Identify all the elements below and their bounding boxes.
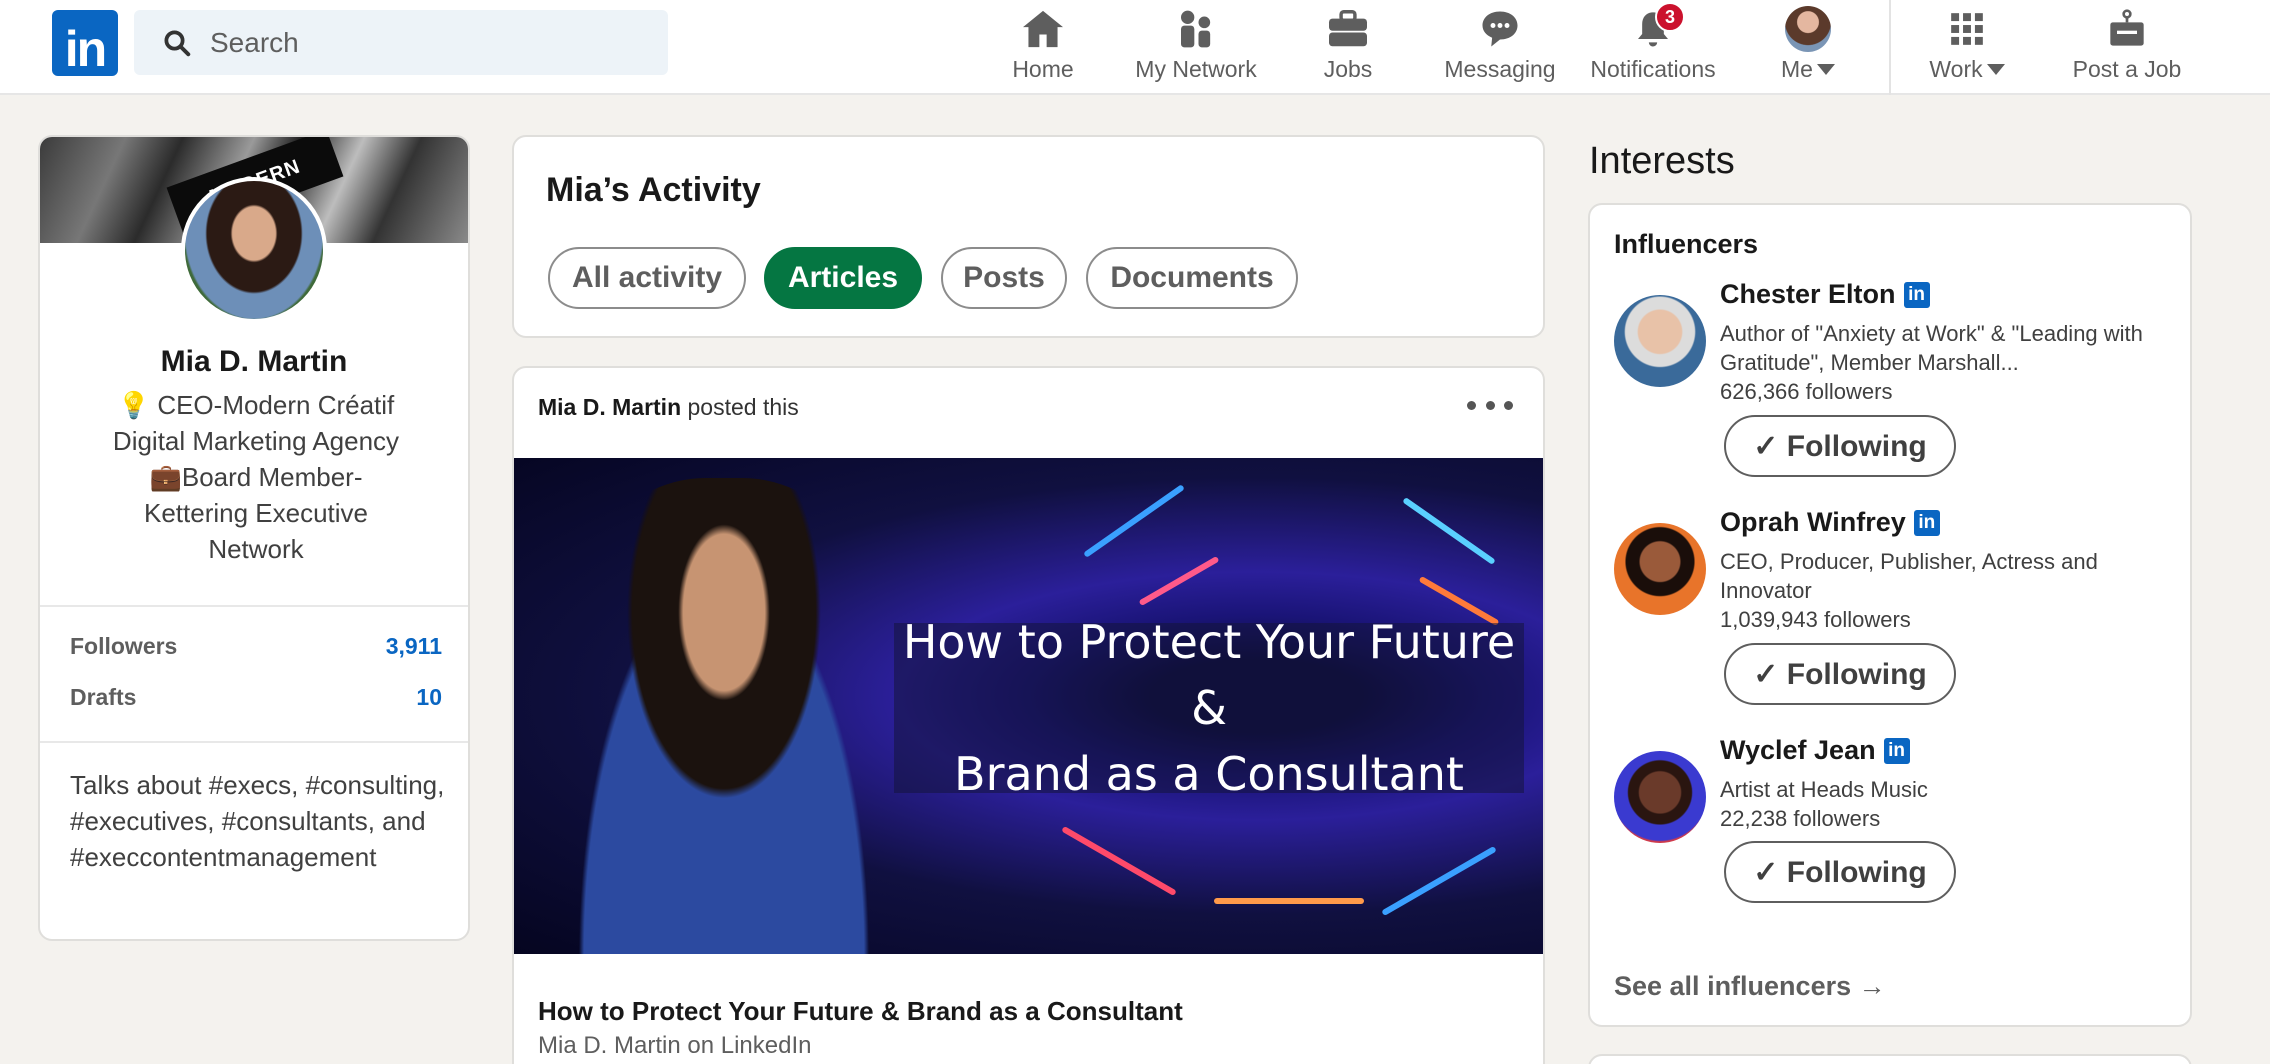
next-card [1588, 1054, 2192, 1064]
influencer-name[interactable]: Oprah Winfrey [1720, 507, 1906, 538]
nav-work-label: Work [1929, 56, 1983, 82]
following-button[interactable]: ✓ Following [1724, 415, 1956, 477]
top-nav: in Home My Network Jobs Messaging 3 Noti… [0, 0, 2270, 95]
profile-headline-line: 💡 CEO-Modern Créatif [117, 390, 395, 420]
nav-my-network-label: My Network [1135, 56, 1257, 82]
avatar[interactable] [1614, 523, 1706, 615]
stat-value: 10 [416, 684, 442, 710]
interests-title: Interests [1589, 140, 1735, 182]
nav-divider [1889, 0, 1891, 95]
filter-articles[interactable]: Articles [764, 247, 922, 309]
linkedin-logo-icon[interactable]: in [52, 10, 118, 76]
profile-headline: 💡 CEO-Modern Créatif Digital Marketing A… [70, 387, 442, 567]
more-options-icon[interactable] [1467, 390, 1513, 420]
caret-down-icon [1816, 64, 1835, 75]
caret-down-icon [1986, 64, 2005, 75]
influencer-name[interactable]: Chester Elton [1720, 279, 1896, 310]
influencer-followers: 1,039,943 followers [1720, 607, 1911, 632]
nav-my-network[interactable]: My Network [1128, 0, 1264, 95]
interests-card: Influencers Chester Elton in Author of "A… [1588, 203, 2192, 1027]
profile-headline-line: 💼Board Member- [149, 462, 363, 492]
post-subtitle: Mia D. Martin on LinkedIn [538, 1032, 812, 1059]
search-bar[interactable] [134, 10, 668, 75]
linkedin-badge-icon: in [1903, 281, 1930, 308]
post-title[interactable]: How to Protect Your Future & Brand as a … [538, 996, 1183, 1027]
profile-headline-line: Network [208, 534, 304, 564]
profile-headline-line: Kettering Executive [143, 498, 368, 528]
profile-avatar[interactable] [181, 177, 327, 323]
influencer-name[interactable]: Wyclef Jean [1720, 735, 1876, 766]
stat-label: Drafts [70, 684, 137, 710]
linkedin-badge-icon: in [1883, 737, 1910, 764]
post-image-caption-line: Brand as a Consultant [954, 747, 1464, 801]
nav-me-label: Me [1781, 56, 1813, 82]
post-header: Mia D. Martin posted this [538, 394, 799, 421]
avatar[interactable] [1614, 295, 1706, 387]
post-image[interactable]: How to Protect Your Future & Brand as a … [514, 458, 1543, 954]
nav-jobs[interactable]: Jobs [1316, 0, 1380, 95]
divider [40, 741, 468, 743]
filter-posts[interactable]: Posts [941, 247, 1067, 309]
influencer-followers: 22,238 followers [1720, 806, 1881, 831]
following-button[interactable]: ✓ Following [1724, 841, 1956, 903]
page-title: Mia’s Activity [546, 171, 761, 209]
influencers-heading: Influencers [1614, 229, 1759, 259]
influencer-description: Author of "Anxiety at Work" & "Leading w… [1720, 319, 2170, 406]
nav-home[interactable]: Home [1008, 0, 1078, 95]
nav-me[interactable]: Me [1776, 0, 1840, 95]
briefcase-icon [1329, 10, 1367, 47]
profile-headline-line: Digital Marketing Agency [112, 426, 400, 456]
following-button[interactable]: ✓ Following [1724, 643, 1956, 705]
post-action: posted this [681, 394, 799, 420]
grid-icon [1951, 13, 1983, 45]
profile-card: MODERN Mia D. Martin 💡 CEO-Modern Créati… [38, 135, 470, 941]
search-icon [164, 30, 191, 56]
nav-post-a-job-label: Post a Job [2072, 56, 2182, 82]
influencer-headline: Author of "Anxiety at Work" & "Leading w… [1720, 321, 2143, 375]
stat-followers[interactable]: Followers 3,911 [70, 633, 442, 660]
profile-talks-about: Talks about #execs, #consulting, #execut… [70, 770, 445, 872]
influencer-followers: 626,366 followers [1720, 379, 1893, 404]
post-image-caption: How to Protect Your Future & Brand as a … [894, 615, 1524, 801]
profile-name[interactable]: Mia D. Martin [40, 345, 468, 379]
nav-post-a-job[interactable]: Post a Job [2068, 0, 2186, 95]
influencer-description: CEO, Producer, Publisher, Actress and In… [1720, 547, 2170, 634]
people-icon [1181, 10, 1211, 48]
job-post-icon [2110, 9, 2144, 46]
nav-messaging[interactable]: Messaging [1440, 0, 1560, 95]
activity-header-card: Mia’s Activity All activity Articles Pos… [512, 135, 1545, 338]
avatar [1785, 6, 1831, 52]
see-all-influencers-link[interactable]: See all influencers → [1614, 971, 1886, 1002]
notification-badge: 3 [1655, 2, 1685, 32]
stat-label: Followers [70, 633, 178, 659]
post-author[interactable]: Mia D. Martin [538, 394, 681, 420]
linkedin-badge-icon: in [1913, 509, 1940, 536]
filter-all-activity[interactable]: All activity [548, 247, 746, 309]
stat-drafts[interactable]: Drafts 10 [70, 684, 442, 711]
post-image-portrait [544, 478, 904, 954]
chat-icon [1482, 11, 1518, 47]
influencer-headline: CEO, Producer, Publisher, Actress and In… [1720, 549, 2098, 603]
nav-messaging-label: Messaging [1444, 56, 1556, 82]
nav-home-label: Home [1012, 56, 1074, 82]
home-icon [1023, 10, 1063, 48]
influencer-headline: Artist at Heads Music [1720, 777, 1928, 802]
filter-documents[interactable]: Documents [1086, 247, 1298, 309]
search-input[interactable] [210, 26, 630, 59]
divider [40, 605, 468, 607]
nav-jobs-label: Jobs [1323, 56, 1373, 82]
stat-value: 3,911 [385, 633, 442, 659]
influencer-description: Artist at Heads Music 22,238 followers [1720, 775, 2170, 833]
avatar[interactable] [1614, 751, 1706, 843]
nav-notifications-label: Notifications [1590, 56, 1716, 82]
post-image-caption-line: How to Protect Your Future & [902, 615, 1516, 735]
nav-work[interactable]: Work [1924, 0, 2010, 95]
post-card: Mia D. Martin posted this How to Protect… [512, 366, 1545, 1064]
nav-notifications[interactable]: 3 Notifications [1584, 0, 1722, 95]
